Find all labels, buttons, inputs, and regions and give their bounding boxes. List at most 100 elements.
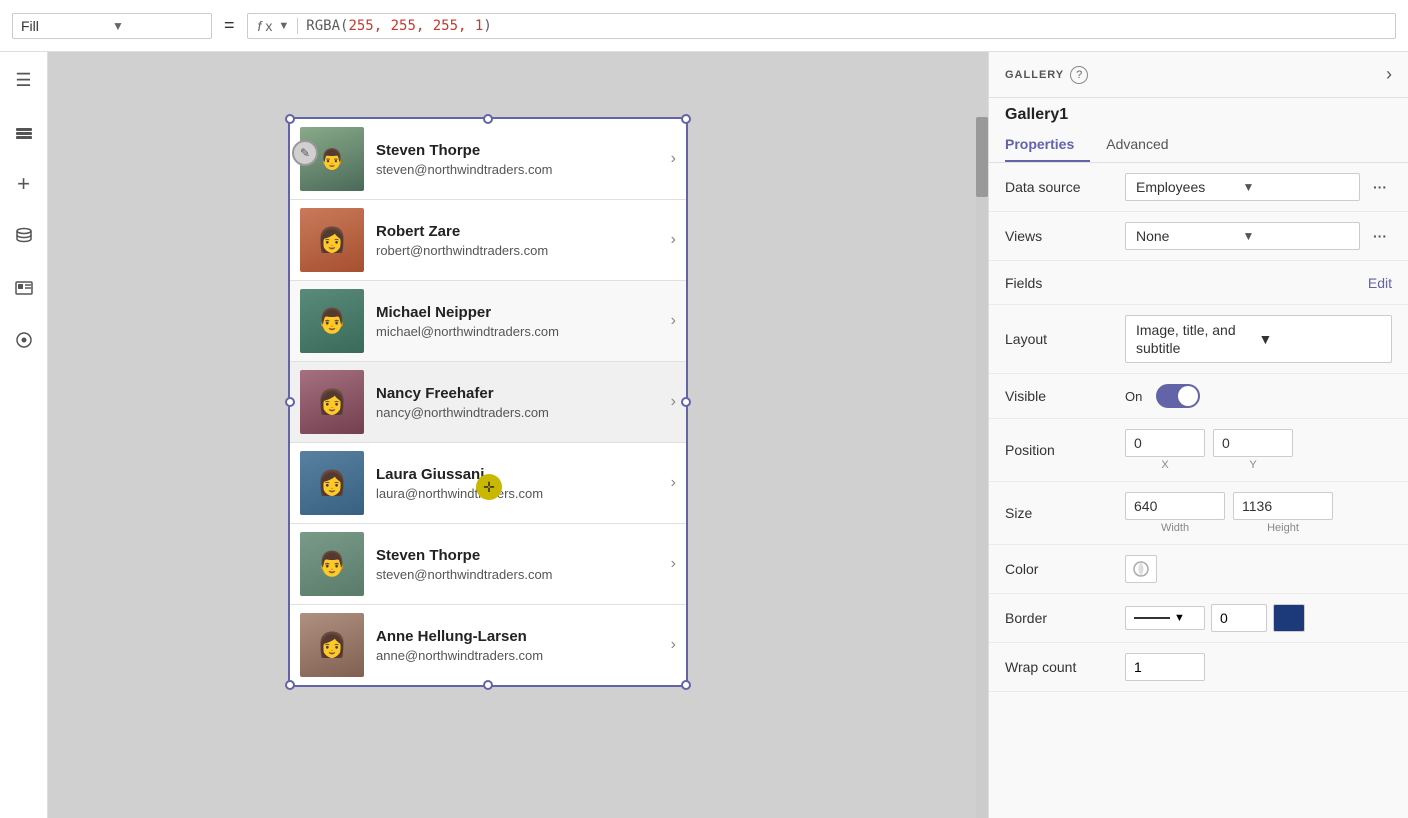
handle-middle-right[interactable] xyxy=(681,397,691,407)
tools-icon[interactable] xyxy=(8,324,40,356)
panel-component-name: Gallery1 xyxy=(989,98,1408,124)
prop-fields: Fields Edit xyxy=(989,261,1408,305)
views-options-btn[interactable]: ··· xyxy=(1368,224,1392,248)
item-info: Nancy Freehafer nancy@northwindtraders.c… xyxy=(376,385,671,420)
avatar: 👩 xyxy=(300,208,364,272)
top-bar: Fill ▼ = f x ▼ RGBA(255, 255, 255, 1) xyxy=(0,0,1408,52)
data-source-options-btn[interactable]: ··· xyxy=(1368,175,1392,199)
item-info: Steven Thorpe steven@northwindtraders.co… xyxy=(376,142,671,177)
size-height-input[interactable] xyxy=(1233,492,1333,520)
size-height-label: Height xyxy=(1267,522,1299,534)
prop-color: Color xyxy=(989,545,1408,594)
formula-content: RGBA(255, 255, 255, 1) xyxy=(306,18,491,34)
position-y-label: Y xyxy=(1249,459,1256,471)
layout-chevron: ▼ xyxy=(1259,330,1382,348)
layout-control: Image, title, and subtitle ▼ xyxy=(1125,315,1392,363)
panel-tabs: Properties Advanced xyxy=(989,128,1408,163)
handle-middle-left[interactable] xyxy=(285,397,295,407)
border-control: ▼ xyxy=(1125,604,1392,632)
fx-chevron: ▼ xyxy=(278,20,289,32)
list-item[interactable]: 👩 Robert Zare robert@northwindtraders.co… xyxy=(290,200,686,281)
panel-nav-arrow[interactable]: › xyxy=(1386,64,1392,85)
position-inputs: X Y xyxy=(1125,429,1392,471)
data-source-dropdown[interactable]: Employees ▼ xyxy=(1125,173,1360,201)
formula-bar[interactable]: f x ▼ RGBA(255, 255, 255, 1) xyxy=(247,13,1396,39)
prop-wrap-count: Wrap count xyxy=(989,643,1408,692)
size-control: Width Height xyxy=(1125,492,1392,534)
item-info: Steven Thorpe steven@northwindtraders.co… xyxy=(376,547,671,582)
fields-edit-link[interactable]: Edit xyxy=(1368,275,1392,291)
list-item[interactable]: 👩 Anne Hellung-Larsen anne@northwindtrad… xyxy=(290,605,686,685)
item-info: Laura Giussani laura@northwindtraders.co… xyxy=(376,466,671,501)
layout-value: Image, title, and subtitle xyxy=(1136,321,1259,357)
color-swatch-btn[interactable] xyxy=(1125,555,1157,583)
list-item[interactable]: 👨 Steven Thorpe steven@northwindtraders.… xyxy=(290,119,686,200)
visible-toggle[interactable] xyxy=(1156,384,1200,408)
item-name: Laura Giussani xyxy=(376,466,671,483)
border-width-input[interactable] xyxy=(1211,604,1267,632)
position-x-input[interactable] xyxy=(1125,429,1205,457)
item-info: Robert Zare robert@northwindtraders.com xyxy=(376,223,671,258)
color-label: Color xyxy=(1005,561,1125,577)
panel-section-label: GALLERY xyxy=(1005,69,1064,81)
handle-top-right[interactable] xyxy=(681,114,691,124)
scrollbar-track[interactable] xyxy=(976,117,988,818)
border-style-btn[interactable]: ▼ xyxy=(1125,606,1205,630)
scrollbar-thumb[interactable] xyxy=(976,117,988,197)
chevron-right-icon: › xyxy=(671,393,676,411)
database-icon[interactable] xyxy=(8,220,40,252)
item-email: steven@northwindtraders.com xyxy=(376,567,671,582)
prop-size: Size Width Height xyxy=(989,482,1408,545)
tab-advanced[interactable]: Advanced xyxy=(1106,128,1184,162)
wrap-count-label: Wrap count xyxy=(1005,659,1125,675)
help-icon[interactable]: ? xyxy=(1070,66,1088,84)
handle-bottom-center[interactable] xyxy=(483,680,493,690)
prop-position: Position X Y xyxy=(989,419,1408,482)
prop-views: Views None ▼ ··· xyxy=(989,212,1408,261)
handle-bottom-right[interactable] xyxy=(681,680,691,690)
layers-icon[interactable] xyxy=(8,116,40,148)
handle-bottom-left[interactable] xyxy=(285,680,295,690)
item-email: anne@northwindtraders.com xyxy=(376,648,671,663)
avatar: 👨 xyxy=(300,532,364,596)
position-y-input[interactable] xyxy=(1213,429,1293,457)
item-info: Anne Hellung-Larsen anne@northwindtrader… xyxy=(376,628,671,663)
add-icon[interactable]: + xyxy=(8,168,40,200)
size-width-input[interactable] xyxy=(1125,492,1225,520)
item-email: nancy@northwindtraders.com xyxy=(376,405,671,420)
panel-title-row: GALLERY ? xyxy=(1005,66,1386,84)
border-line-preview xyxy=(1134,617,1170,619)
media-icon[interactable] xyxy=(8,272,40,304)
list-item[interactable]: 👨 Steven Thorpe steven@northwindtraders.… xyxy=(290,524,686,605)
fields-label: Fields xyxy=(1005,275,1125,291)
chevron-right-icon: › xyxy=(671,555,676,573)
main-layout: ☰ + ✎ xyxy=(0,52,1408,818)
item-name: Robert Zare xyxy=(376,223,671,240)
handle-top-left[interactable] xyxy=(285,114,295,124)
list-item[interactable]: 👩 Nancy Freehafer nancy@northwindtraders… xyxy=(290,362,686,443)
list-item[interactable]: 👨 Michael Neipper michael@northwindtrade… xyxy=(290,281,686,362)
panel-header: GALLERY ? › xyxy=(989,52,1408,98)
views-value: None xyxy=(1136,228,1243,244)
views-dropdown[interactable]: None ▼ xyxy=(1125,222,1360,250)
wrap-count-input[interactable] xyxy=(1125,653,1205,681)
layout-dropdown[interactable]: Image, title, and subtitle ▼ xyxy=(1125,315,1392,363)
item-name: Anne Hellung-Larsen xyxy=(376,628,671,645)
color-control xyxy=(1125,555,1392,583)
tab-properties[interactable]: Properties xyxy=(1005,128,1090,162)
chevron-right-icon: › xyxy=(671,474,676,492)
prop-data-source: Data source Employees ▼ ··· xyxy=(989,163,1408,212)
move-cursor-icon[interactable]: ✛ xyxy=(476,474,502,500)
item-info: Michael Neipper michael@northwindtraders… xyxy=(376,304,671,339)
avatar: 👩 xyxy=(300,613,364,677)
fill-dropdown[interactable]: Fill ▼ xyxy=(12,13,212,39)
edit-icon-overlay[interactable]: ✎ xyxy=(292,140,318,166)
menu-icon[interactable]: ☰ xyxy=(8,64,40,96)
data-source-control: Employees ▼ ··· xyxy=(1125,173,1392,201)
fx-label: f x ▼ xyxy=(258,18,299,34)
size-width-group: Width xyxy=(1125,492,1225,534)
border-color-swatch[interactable] xyxy=(1273,604,1305,632)
fill-label: Fill xyxy=(21,18,112,34)
handle-top-center[interactable] xyxy=(483,114,493,124)
position-x-group: X xyxy=(1125,429,1205,471)
